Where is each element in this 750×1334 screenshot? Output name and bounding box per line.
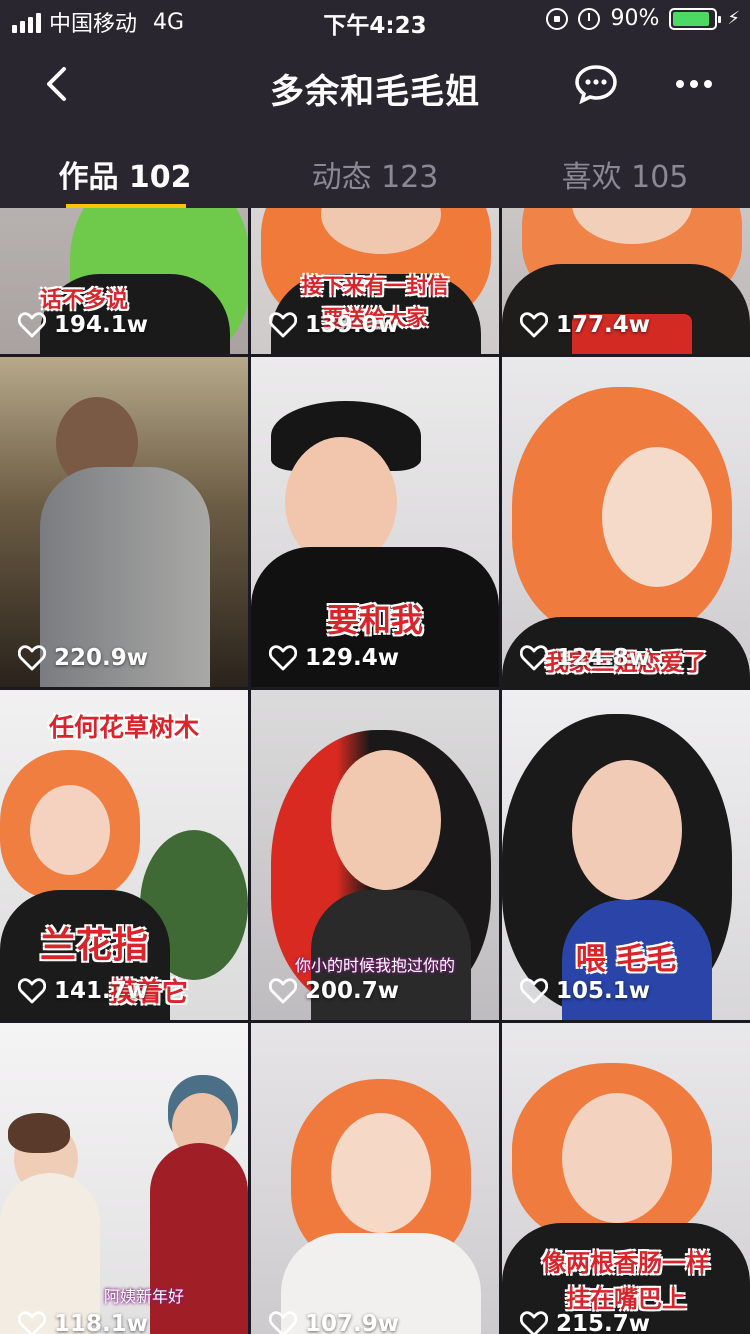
- heart-icon: [269, 1311, 297, 1334]
- video-caption-line2: 兰花指: [39, 925, 148, 966]
- nav-bar: 多余和毛毛姐: [0, 40, 750, 130]
- heart-icon: [269, 645, 297, 671]
- tab-label: 动态 123: [311, 160, 439, 195]
- like-count: 105.1w: [520, 978, 650, 1004]
- video-thumbnail[interactable]: 要和我 129.4w: [251, 357, 499, 687]
- video-thumbnail[interactable]: 我家三姐恋爱了 124.8w: [502, 357, 750, 687]
- like-count: 220.9w: [18, 645, 148, 671]
- profile-tabs: 作品 102 动态 123 喜欢 105: [0, 130, 750, 208]
- video-thumbnail[interactable]: 177.4w: [502, 208, 750, 354]
- like-count: 129.4w: [269, 645, 399, 671]
- like-count: 194.1w: [18, 312, 148, 338]
- video-caption: 话不多说: [39, 288, 128, 313]
- video-caption: 任何花草树木: [48, 713, 199, 742]
- video-thumbnail[interactable]: 107.9w: [251, 1023, 499, 1334]
- tab-activity[interactable]: 动态 123: [250, 130, 500, 208]
- heart-icon: [18, 978, 46, 1004]
- video-thumbnail[interactable]: 话不多说 194.1w: [0, 208, 248, 354]
- video-thumbnail[interactable]: 喂 毛毛 105.1w: [502, 690, 750, 1020]
- video-thumbnail[interactable]: 阿姨新年好 118.1w: [0, 1023, 248, 1334]
- like-count: 107.9w: [269, 1311, 399, 1334]
- battery-percent: 90%: [610, 6, 660, 31]
- message-button[interactable]: [574, 64, 618, 105]
- rotation-lock-icon: [546, 7, 569, 30]
- like-count: 200.7w: [269, 978, 399, 1004]
- video-caption: 喂 毛毛: [575, 942, 677, 977]
- video-grid: 话不多说 194.1w 接下来有一封信 要送给大家 139.0w 177.4w: [0, 208, 750, 1334]
- video-thumbnail[interactable]: 像两根香肠一样 挂在嘴巴上 215.7w: [502, 1023, 750, 1334]
- chat-bubble-icon: [575, 65, 617, 105]
- status-right: 90% ⚡: [546, 6, 740, 31]
- more-button[interactable]: [670, 64, 718, 104]
- like-count: 141.7w: [18, 978, 148, 1004]
- video-caption: 像两根香肠一样: [542, 1249, 710, 1277]
- video-caption: 要和我: [326, 601, 423, 639]
- heart-icon: [18, 312, 46, 338]
- heart-icon: [269, 312, 297, 338]
- like-count: 118.1w: [18, 1311, 148, 1334]
- heart-icon: [18, 1311, 46, 1334]
- heart-icon: [520, 312, 548, 338]
- heart-icon: [520, 645, 548, 671]
- more-dots-icon: [676, 80, 684, 88]
- tab-label: 喜欢 105: [561, 160, 689, 195]
- like-count: 139.0w: [269, 312, 399, 338]
- alarm-icon: [578, 7, 601, 30]
- status-bar: 中国移动 4G 下午4:23 90% ⚡: [0, 0, 750, 40]
- heart-icon: [18, 645, 46, 671]
- like-count: 177.4w: [520, 312, 650, 338]
- tab-label: 作品 102: [58, 160, 192, 195]
- like-count: 215.7w: [520, 1311, 650, 1334]
- tab-likes[interactable]: 喜欢 105: [500, 130, 750, 208]
- like-count: 124.8w: [520, 645, 650, 671]
- video-thumbnail[interactable]: 任何花草树木 兰花指 摸着它 141.7w: [0, 690, 248, 1020]
- video-caption: 接下来有一封信: [301, 274, 449, 298]
- battery-icon: [669, 7, 722, 30]
- tab-works[interactable]: 作品 102: [0, 130, 250, 208]
- heart-icon: [269, 978, 297, 1004]
- video-thumbnail[interactable]: 220.9w: [0, 357, 248, 687]
- video-thumbnail[interactable]: 你小的时候我抱过你的 200.7w: [251, 690, 499, 1020]
- heart-icon: [520, 978, 548, 1004]
- video-caption-line2: 挂在嘴巴上: [566, 1285, 686, 1313]
- video-caption: 你小的时候我抱过你的: [294, 956, 455, 975]
- video-caption: 阿姨新年好: [103, 1287, 184, 1306]
- heart-icon: [520, 1311, 548, 1334]
- charging-icon: ⚡: [727, 8, 740, 29]
- video-thumbnail[interactable]: 接下来有一封信 要送给大家 139.0w: [251, 208, 499, 354]
- page-title: 多余和毛毛姐: [270, 72, 480, 112]
